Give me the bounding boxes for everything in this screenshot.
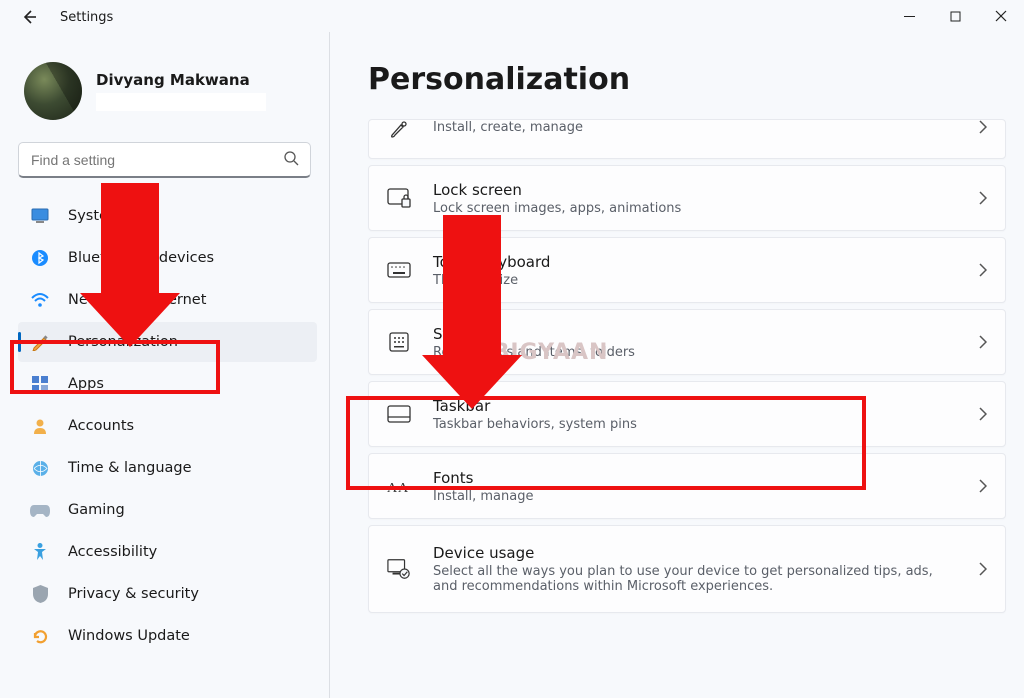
start-icon [387,330,411,354]
chevron-right-icon [979,120,987,134]
card-title: Taskbar [433,397,957,415]
sidebar-item-label: Accounts [68,418,134,434]
network-icon [30,290,50,310]
card-subtitle: Themes, size [433,273,957,288]
time-icon [30,458,50,478]
title-bar [0,0,1024,32]
back-button[interactable] [20,8,38,26]
sidebar-item-label: Time & language [68,460,192,476]
gaming-icon [30,500,50,520]
sidebar-item-label: Privacy & security [68,586,199,602]
keyboard-icon [387,258,411,282]
chevron-right-icon [979,562,987,576]
svg-text:A: A [398,481,409,496]
search-icon [284,151,299,166]
card-taskbar[interactable]: Taskbar Taskbar behaviors, system pins [368,381,1006,447]
card-fonts[interactable]: AA Fonts Install, manage [368,453,1006,519]
card-subtitle: Select all the ways you plan to use your… [433,564,957,594]
accessibility-icon [30,542,50,562]
sidebar-item-apps[interactable]: Apps [18,364,317,404]
personalization-icon [30,332,50,352]
settings-card-list: Install, create, manage Lock screen Lock… [368,119,1006,613]
nav-list: System Bluetooth & devices Network & int… [18,196,317,656]
accounts-icon [30,416,50,436]
card-subtitle: Taskbar behaviors, system pins [433,417,957,432]
chevron-right-icon [979,335,987,349]
minimize-button[interactable] [886,0,932,32]
sidebar-item-label: Gaming [68,502,125,518]
sidebar-item-gaming[interactable]: Gaming [18,490,317,530]
sidebar-item-label: Windows Update [68,628,190,644]
card-lock-screen[interactable]: Lock screen Lock screen images, apps, an… [368,165,1006,231]
sidebar-item-label: Apps [68,376,104,392]
maximize-button[interactable] [932,0,978,32]
sidebar-item-accessibility[interactable]: Accessibility [18,532,317,572]
avatar [24,62,82,120]
card-touch-keyboard[interactable]: Touch keyboard Themes, size [368,237,1006,303]
sidebar: Divyang Makwana System Bluetooth & de [0,32,330,698]
sidebar-item-label: Bluetooth & devices [68,250,214,266]
sidebar-item-time[interactable]: Time & language [18,448,317,488]
user-name: Divyang Makwana [96,71,266,89]
sidebar-item-system[interactable]: System [18,196,317,236]
card-device-usage[interactable]: Device usage Select all the ways you pla… [368,525,1006,613]
sidebar-item-label: Personalization [68,334,178,350]
card-themes-partial[interactable]: Install, create, manage [368,119,1006,159]
sidebar-item-update[interactable]: Windows Update [18,616,317,656]
system-icon [30,206,50,226]
svg-text:A: A [387,481,398,496]
brush-icon [387,116,411,140]
device-usage-icon [387,557,411,581]
sidebar-item-accounts[interactable]: Accounts [18,406,317,446]
close-button[interactable] [978,0,1024,32]
user-profile[interactable]: Divyang Makwana [18,62,317,120]
sidebar-item-label: Accessibility [68,544,157,560]
card-subtitle: Install, manage [433,489,957,504]
card-title: Start [433,325,957,343]
fonts-icon: AA [387,474,411,498]
lockscreen-icon [387,186,411,210]
card-title: Touch keyboard [433,253,957,271]
sidebar-item-label: System [68,208,122,224]
card-title: Lock screen [433,181,957,199]
card-subtitle: Install, create, manage [433,120,957,135]
sidebar-item-privacy[interactable]: Privacy & security [18,574,317,614]
search-input[interactable] [18,142,311,178]
content-pane: Personalization Install, create, manage [330,32,1024,698]
card-subtitle: Recent apps and items, folders [433,345,957,360]
card-title: Fonts [433,469,957,487]
window-title: Settings [60,10,113,25]
privacy-icon [30,584,50,604]
bluetooth-icon [30,248,50,268]
sidebar-item-label: Network & internet [68,292,206,308]
sidebar-item-personalization[interactable]: Personalization [18,322,317,362]
sidebar-item-network[interactable]: Network & internet [18,280,317,320]
sidebar-item-bluetooth[interactable]: Bluetooth & devices [18,238,317,278]
page-title: Personalization [368,62,1006,97]
chevron-right-icon [979,407,987,421]
taskbar-icon [387,402,411,426]
card-subtitle: Lock screen images, apps, animations [433,201,957,216]
chevron-right-icon [979,479,987,493]
chevron-right-icon [979,191,987,205]
card-title: Device usage [433,544,957,562]
update-icon [30,626,50,646]
user-email-redacted [96,93,266,111]
chevron-right-icon [979,263,987,277]
card-start[interactable]: Start Recent apps and items, folders [368,309,1006,375]
apps-icon [30,374,50,394]
